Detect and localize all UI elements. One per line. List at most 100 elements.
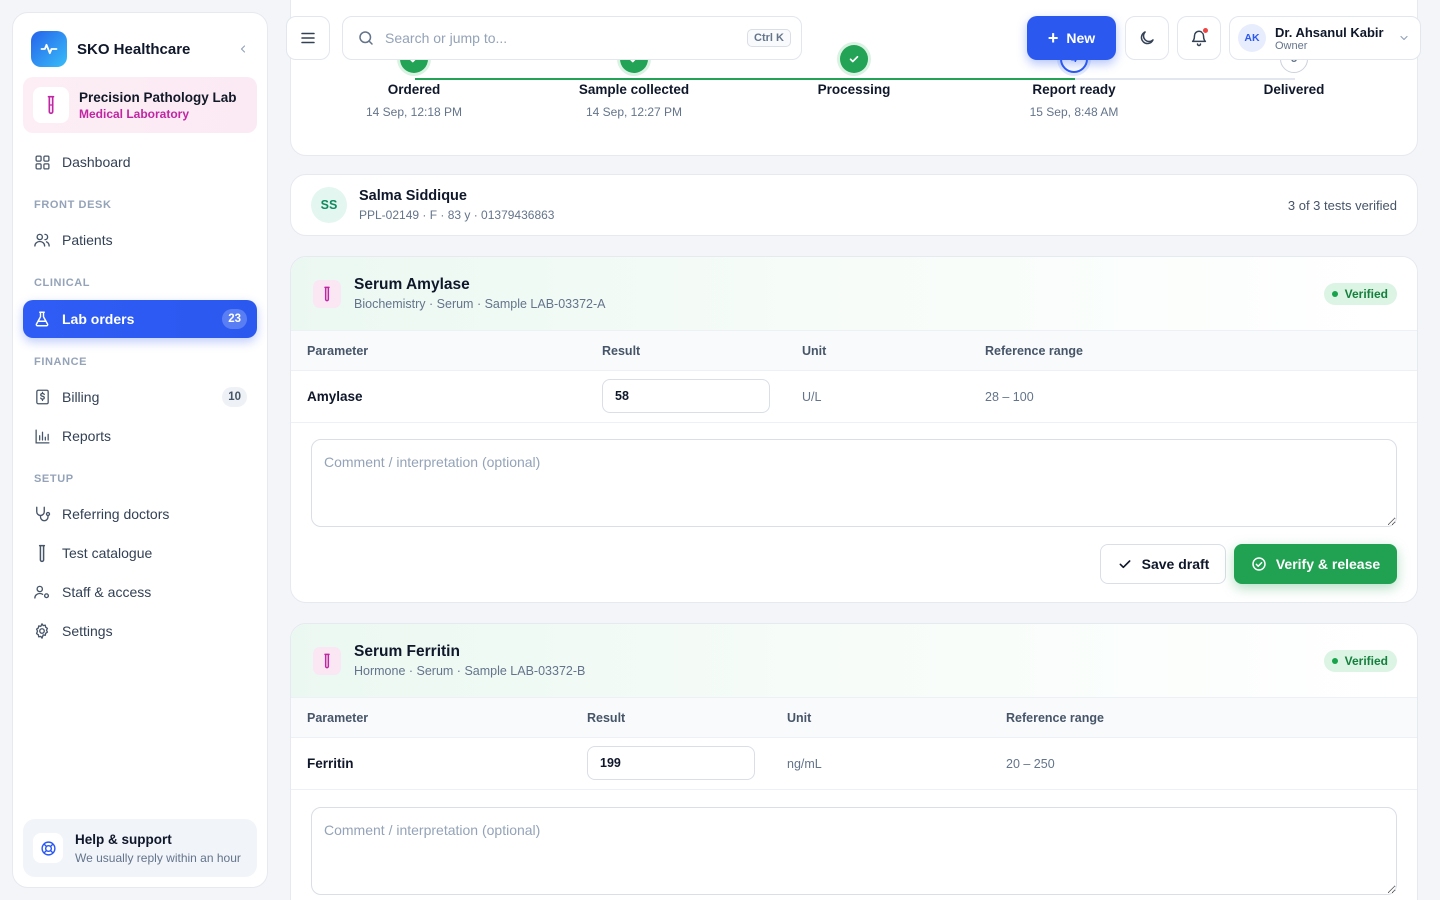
sidebar-item-reports[interactable]: Reports (23, 417, 257, 455)
new-label: New (1066, 30, 1096, 46)
sidebar-item-billing[interactable]: Billing 10 (23, 378, 257, 416)
result-input[interactable] (587, 746, 755, 780)
sidebar-item-label: Reports (62, 428, 112, 444)
status-label: Verified (1344, 286, 1388, 301)
test-tube-icon (313, 646, 341, 675)
sidebar-item-test-catalogue[interactable]: Test catalogue (23, 534, 257, 572)
column-header-unit: Unit (802, 344, 827, 358)
organization-switcher[interactable]: Precision Pathology Lab Medical Laborato… (23, 77, 257, 133)
verified-summary: 3 of 3 tests verified (1287, 197, 1397, 213)
column-header-parameter: Parameter (307, 344, 369, 358)
column-header-parameter: Parameter (307, 711, 369, 725)
table-header: Parameter Result Unit Reference range (291, 698, 1417, 738)
grid-icon (33, 153, 51, 171)
user-role: Owner (1275, 39, 1308, 52)
search-bar[interactable]: Ctrl K (342, 16, 802, 60)
search-shortcut-hint: Ctrl K (747, 29, 791, 47)
patient-name: Salma Siddique (359, 188, 467, 204)
theme-toggle-button[interactable] (1125, 16, 1169, 60)
chevron-left-icon (240, 45, 246, 53)
sidebar-item-patients[interactable]: Patients (23, 221, 257, 259)
sidebar-item-label: Settings (62, 623, 113, 639)
test-header: Serum Ferritin Hormone · Serum · Sample … (291, 624, 1417, 698)
column-header-range: Reference range (1006, 711, 1104, 725)
sidebar: SKO Healthcare Precision Pathology Lab M… (12, 12, 268, 888)
nav-section-setup: SETUP (34, 473, 74, 485)
save-draft-label: Save draft (1141, 556, 1210, 572)
status-label: Verified (1344, 653, 1388, 668)
column-header-result: Result (587, 711, 626, 725)
test-subtitle: Hormone · Serum · Sample LAB-03372-B (354, 664, 586, 678)
pulse-logo-icon (31, 31, 67, 67)
parameter-name: Amylase (307, 389, 363, 404)
moon-icon (1140, 31, 1154, 45)
nav-section-clinical: CLINICAL (34, 277, 91, 289)
users-icon (33, 231, 51, 249)
lifebuoy-icon (33, 833, 63, 863)
lab-orders-count-badge: 23 (222, 309, 247, 329)
sidebar-item-label: Staff & access (62, 584, 152, 600)
step-label: Report ready (1032, 82, 1116, 97)
sidebar-item-staff-access[interactable]: Staff & access (23, 573, 257, 611)
notifications-button[interactable] (1177, 16, 1221, 60)
user-menu[interactable]: AK Dr. Ahsanul Kabir Owner (1229, 16, 1421, 60)
sidebar-item-label: Test catalogue (62, 545, 153, 561)
menu-toggle-button[interactable] (286, 16, 330, 60)
step-time: 14 Sep, 12:27 PM (585, 105, 683, 119)
nav-section-front-desk: FRONT DESK (34, 199, 112, 211)
reference-range: 28 – 100 (985, 390, 1034, 404)
nav-section-finance: FINANCE (34, 356, 88, 368)
step-label: Sample collected (578, 82, 690, 97)
user-key-icon (33, 583, 51, 601)
organization-name: Precision Pathology Lab (79, 89, 237, 105)
column-header-unit: Unit (787, 711, 812, 725)
help-subtitle: We usually reply within an hour (75, 850, 241, 865)
verify-release-button[interactable]: Verify & release (1234, 544, 1397, 584)
collapse-sidebar-button[interactable] (233, 39, 253, 59)
avatar: AK (1238, 24, 1266, 52)
step-time: 15 Sep, 8:48 AM (1029, 105, 1119, 119)
patient-summary-card: SS Salma Siddique PPL-02149 · F · 83 y ·… (290, 174, 1418, 236)
check-icon (1119, 560, 1131, 569)
badge-check-icon (1252, 557, 1266, 571)
table-row: Amylase U/L 28 – 100 (291, 371, 1417, 423)
test-name: Serum Amylase (354, 276, 470, 293)
test-card-serum-amylase: Serum Amylase Biochemistry · Serum · Sam… (290, 256, 1418, 603)
dollar-receipt-icon (33, 388, 51, 406)
sidebar-item-lab-orders[interactable]: Lab orders 23 (23, 300, 257, 338)
column-header-result: Result (602, 344, 641, 358)
gear-icon (33, 622, 51, 640)
stethoscope-icon (33, 505, 51, 523)
sidebar-item-referring-doctors[interactable]: Referring doctors (23, 495, 257, 533)
status-dot-icon (1331, 290, 1338, 297)
help-title: Help & support (75, 831, 172, 847)
step-label: Ordered (387, 82, 441, 97)
help-support-card[interactable]: Help & support We usually reply within a… (23, 819, 257, 877)
test-name: Serum Ferritin (354, 643, 460, 660)
search-icon (359, 31, 373, 45)
sidebar-item-dashboard[interactable]: Dashboard (23, 143, 257, 181)
plus-icon: + (1047, 28, 1059, 48)
sidebar-item-label: Patients (62, 232, 113, 248)
status-badge: Verified (1323, 282, 1397, 305)
test-tube-icon (33, 544, 51, 562)
comment-textarea[interactable] (311, 439, 1397, 527)
brand: SKO Healthcare (31, 31, 253, 67)
sidebar-item-label: Lab orders (62, 311, 135, 327)
column-header-range: Reference range (985, 344, 1083, 358)
user-name: Dr. Ahsanul Kabir (1275, 24, 1384, 40)
new-button[interactable]: + New (1027, 16, 1116, 60)
test-card-serum-ferritin: Serum Ferritin Hormone · Serum · Sample … (290, 623, 1418, 900)
save-draft-button[interactable]: Save draft (1100, 544, 1226, 584)
flask-icon (33, 310, 51, 328)
status-badge: Verified (1323, 649, 1397, 672)
sidebar-item-settings[interactable]: Settings (23, 612, 257, 650)
search-input[interactable] (385, 30, 748, 46)
status-dot-icon (1331, 657, 1338, 664)
sidebar-item-label: Dashboard (62, 154, 131, 170)
comment-textarea[interactable] (311, 807, 1397, 895)
parameter-name: Ferritin (307, 756, 354, 771)
step-time: 14 Sep, 12:18 PM (365, 105, 463, 119)
result-input[interactable] (602, 379, 770, 413)
test-header: Serum Amylase Biochemistry · Serum · Sam… (291, 257, 1417, 331)
